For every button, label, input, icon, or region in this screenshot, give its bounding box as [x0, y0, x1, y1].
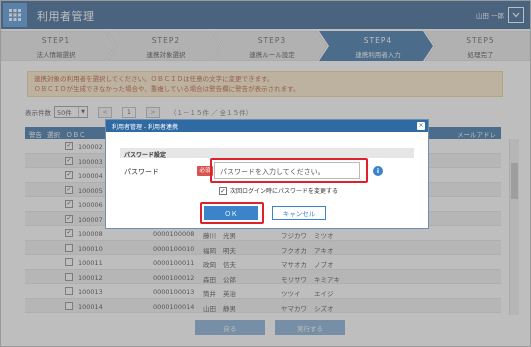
password-label: パスワード	[124, 168, 159, 176]
app-window: 利用者管理 山田 一郎 STEP1 法人情報選択 STEP2 連携対象選択 ST…	[0, 0, 531, 347]
dialog-title: 利用者管理 - 利用者連携	[106, 120, 428, 132]
password-dialog: 利用者管理 - 利用者連携 × パスワード設定 パスワード 必須 パスワードを入…	[105, 119, 429, 229]
change-password-checkbox[interactable]: ✓	[219, 186, 227, 195]
change-password-label: 次回ログイン時にパスワードを変更する	[230, 188, 339, 195]
cancel-button[interactable]: キャンセル	[272, 206, 326, 220]
dialog-section-title: パスワード設定	[120, 148, 414, 159]
info-icon[interactable]: i	[373, 166, 383, 176]
password-input-highlight	[210, 158, 368, 183]
ok-button[interactable]: ＯＫ	[204, 206, 258, 220]
close-icon[interactable]: ×	[417, 122, 425, 130]
change-password-option[interactable]: ✓ 次回ログイン時にパスワードを変更する	[219, 186, 338, 195]
